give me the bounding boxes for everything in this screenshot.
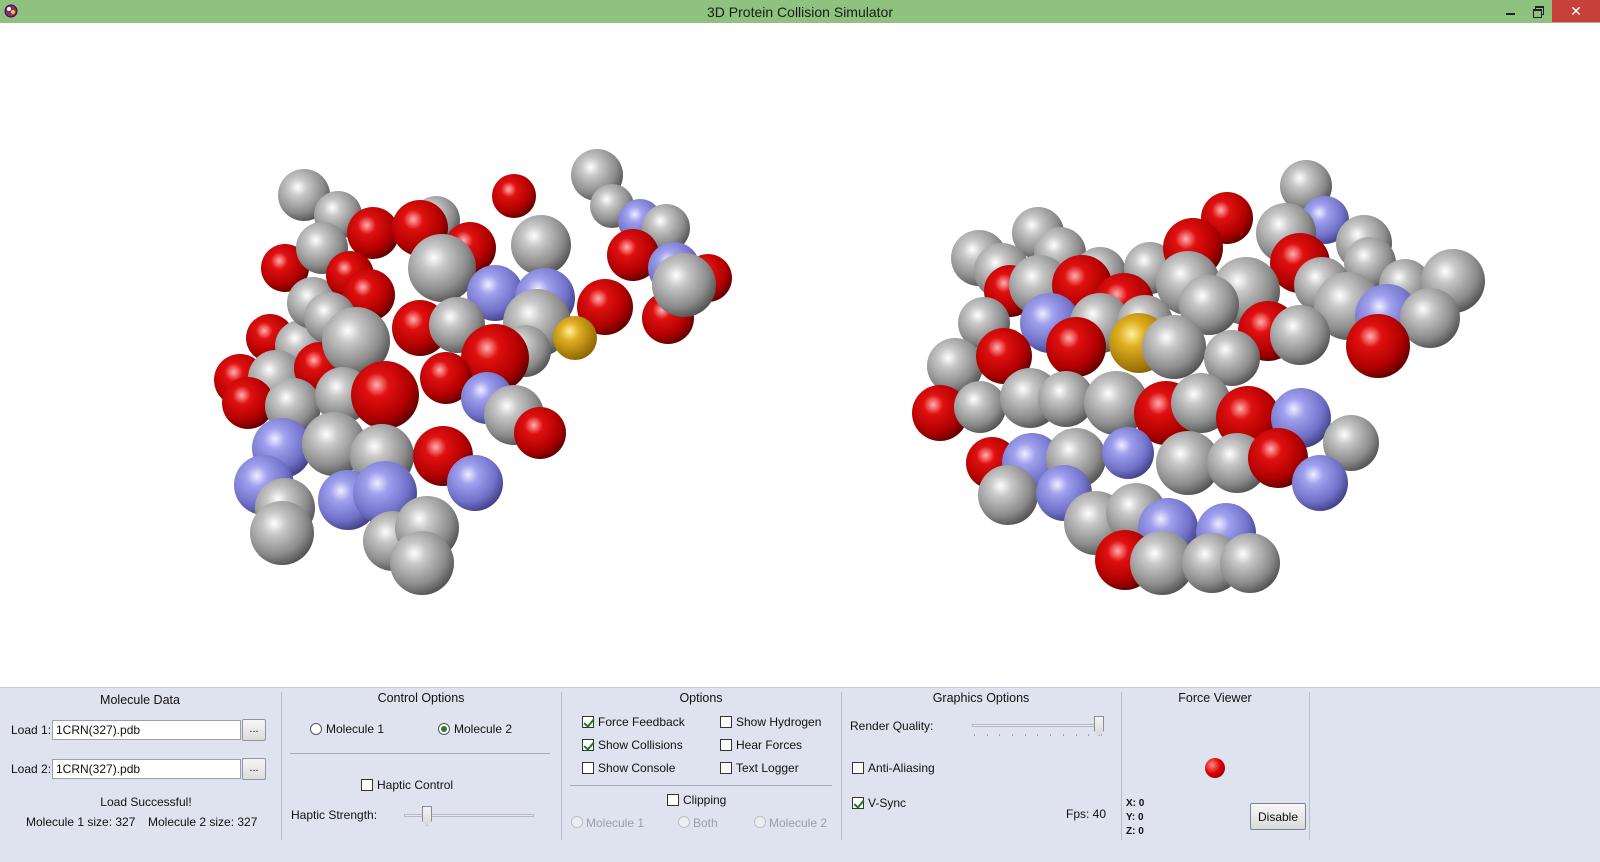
- disable-button[interactable]: Disable: [1250, 803, 1306, 830]
- clip-both-radio[interactable]: [678, 816, 690, 828]
- force-feedback-label[interactable]: Force Feedback: [598, 715, 685, 729]
- separator: [290, 753, 550, 754]
- render-quality-track[interactable]: [972, 724, 1104, 727]
- atom-sphere: [1346, 314, 1410, 378]
- clip-molecule2-label[interactable]: Molecule 2: [769, 816, 827, 830]
- control-molecule2-label[interactable]: Molecule 2: [454, 722, 512, 736]
- text-logger-label[interactable]: Text Logger: [736, 761, 799, 775]
- fps-readout: Fps: 40: [1066, 807, 1107, 821]
- restore-icon: [1533, 6, 1544, 18]
- haptic-control-label[interactable]: Haptic Control: [377, 778, 453, 792]
- molecule-app-icon: [4, 4, 18, 18]
- close-button[interactable]: ✕: [1552, 0, 1600, 22]
- render-quality-label: Render Quality:: [850, 719, 934, 733]
- hear-forces-checkbox[interactable]: [720, 739, 732, 751]
- atom-sphere: [1102, 427, 1154, 479]
- render-quality-ticks: [974, 734, 1102, 736]
- atom-sphere: [1220, 533, 1280, 593]
- render-viewport[interactable]: [0, 23, 1600, 687]
- show-hydrogen-label[interactable]: Show Hydrogen: [736, 715, 821, 729]
- window-title: 3D Protein Collision Simulator: [707, 3, 893, 20]
- show-console-checkbox[interactable]: [582, 762, 594, 774]
- control-molecule2-radio[interactable]: [438, 723, 450, 735]
- force-feedback-checkbox[interactable]: [582, 716, 594, 728]
- force-z-readout: Z: 0: [1126, 826, 1144, 837]
- minimize-icon: [1505, 13, 1515, 15]
- atom-sphere: [447, 455, 503, 511]
- molecule-2-model[interactable]: [912, 160, 1485, 595]
- anti-aliasing-label[interactable]: Anti-Aliasing: [868, 761, 935, 775]
- force-viewer-group: Force Viewer X: 0 Y: 0 Z: 0 Disable: [1122, 688, 1308, 840]
- force-indicator: [1205, 758, 1225, 778]
- clip-both-label[interactable]: Both: [693, 816, 718, 830]
- title-bar[interactable]: 3D Protein Collision Simulator ✕: [0, 0, 1600, 23]
- clip-molecule1-radio[interactable]: [571, 816, 583, 828]
- clip-molecule2-radio[interactable]: [754, 816, 766, 828]
- atom-sphere: [1292, 455, 1348, 511]
- control-options-group: Control Options Molecule 1 Molecule 2 Ha…: [282, 688, 560, 840]
- molecule1-size: Molecule 1 size: 327: [26, 815, 136, 829]
- atom-sphere: [1046, 317, 1106, 377]
- anti-aliasing-checkbox[interactable]: [852, 762, 864, 774]
- load2-label: Load 2:: [11, 762, 52, 776]
- force-x-readout: X: 0: [1126, 798, 1145, 809]
- atom-sphere: [492, 174, 536, 218]
- molecule-data-title: Molecule Data: [100, 693, 180, 707]
- show-console-label[interactable]: Show Console: [598, 761, 675, 775]
- load-status: Load Successful!: [100, 795, 192, 809]
- load2-input[interactable]: 1CRN(327).pdb: [52, 759, 241, 779]
- molecule-scene[interactable]: [0, 23, 1600, 687]
- minimize-button[interactable]: [1496, 0, 1524, 22]
- atom-sphere: [978, 465, 1038, 525]
- control-molecule1-label[interactable]: Molecule 1: [326, 722, 384, 736]
- atom-sphere: [408, 234, 476, 302]
- molecule2-size: Molecule 2 size: 327: [148, 815, 258, 829]
- graphics-options-title: Graphics Options: [932, 691, 1030, 705]
- graphics-options-group: Graphics Options Render Quality: Anti-Al…: [842, 688, 1120, 840]
- control-panel: Molecule Data Load 1: 1CRN(327).pdb ... …: [0, 687, 1600, 862]
- clip-molecule1-label[interactable]: Molecule 1: [586, 816, 644, 830]
- load1-input[interactable]: 1CRN(327).pdb: [52, 720, 241, 740]
- vsync-checkbox[interactable]: [852, 797, 864, 809]
- restore-button[interactable]: [1524, 0, 1552, 22]
- haptic-control-checkbox[interactable]: [361, 779, 373, 791]
- atom-sphere: [1270, 305, 1330, 365]
- atom-sphere: [1142, 315, 1206, 379]
- force-viewer-title: Force Viewer: [1178, 691, 1252, 705]
- atom-sphere: [347, 207, 399, 259]
- atom-sphere: [954, 381, 1006, 433]
- atom-sphere: [390, 531, 454, 595]
- atom-sphere: [511, 215, 571, 275]
- vsync-label[interactable]: V-Sync: [868, 796, 906, 810]
- options-group: Options Force Feedback Show Collisions S…: [562, 688, 840, 840]
- show-collisions-label[interactable]: Show Collisions: [598, 738, 683, 752]
- haptic-strength-label: Haptic Strength:: [291, 808, 378, 822]
- haptic-strength-slider[interactable]: [422, 806, 432, 826]
- close-icon: ✕: [1570, 2, 1582, 19]
- control-molecule1-radio[interactable]: [310, 723, 322, 735]
- show-collisions-checkbox[interactable]: [582, 739, 594, 751]
- options-title: Options: [679, 691, 723, 705]
- molecule-1-model[interactable]: [214, 149, 732, 595]
- molecule-data-group: Molecule Data Load 1: 1CRN(327).pdb ... …: [0, 688, 280, 840]
- force-y-readout: Y: 0: [1126, 812, 1144, 823]
- load1-label: Load 1:: [11, 723, 52, 737]
- clipping-label[interactable]: Clipping: [683, 793, 726, 807]
- load1-browse-button[interactable]: ...: [242, 719, 266, 741]
- atom-sphere: [514, 407, 566, 459]
- control-options-title: Control Options: [377, 691, 465, 705]
- atom-sphere: [250, 501, 314, 565]
- show-hydrogen-checkbox[interactable]: [720, 716, 732, 728]
- text-logger-checkbox[interactable]: [720, 762, 732, 774]
- atom-sphere: [351, 361, 419, 429]
- load2-browse-button[interactable]: ...: [242, 758, 266, 780]
- atom-sphere: [652, 253, 716, 317]
- divider: [1309, 692, 1310, 840]
- hear-forces-label[interactable]: Hear Forces: [736, 738, 802, 752]
- atom-sphere: [553, 316, 597, 360]
- clipping-checkbox[interactable]: [667, 794, 679, 806]
- separator: [570, 785, 832, 786]
- render-quality-slider[interactable]: [1094, 716, 1104, 736]
